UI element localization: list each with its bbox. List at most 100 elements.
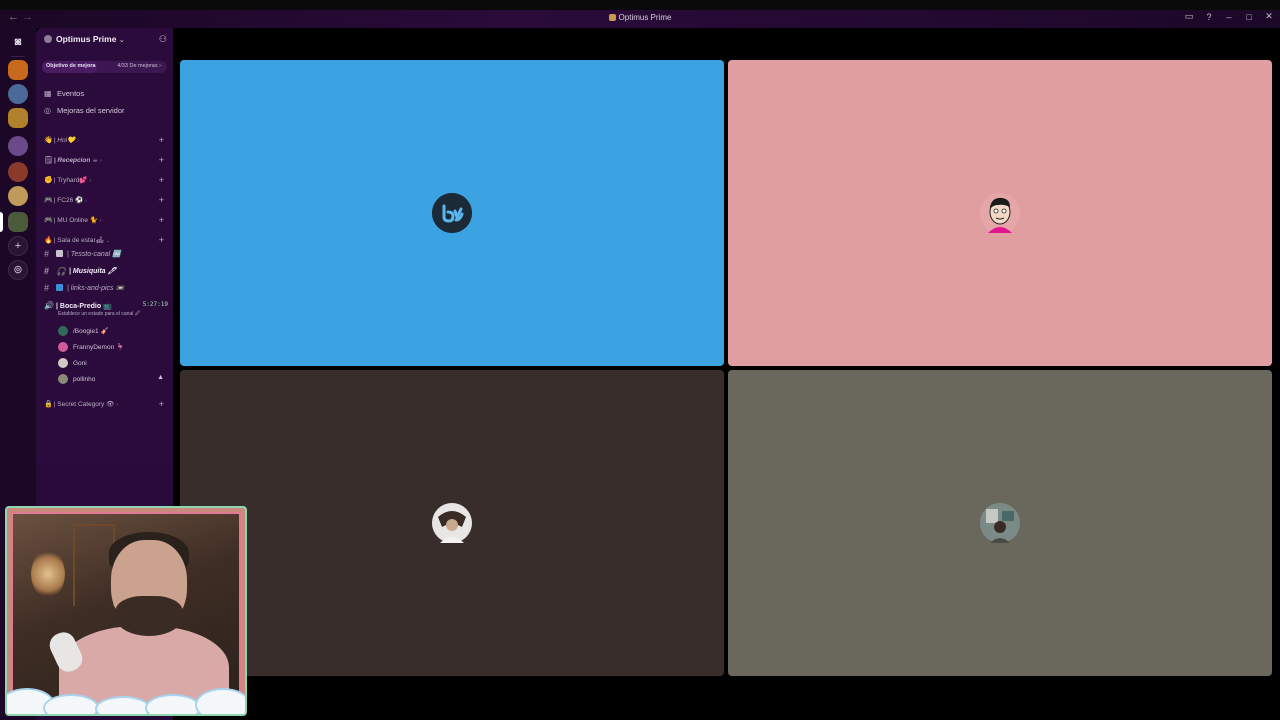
nav-events[interactable]: ▦ Eventos: [44, 89, 84, 98]
category-sala-de-estar[interactable]: 🔥 | Sala de estar🛋 ⌄ +: [44, 235, 168, 245]
nav-label: Mejoras del servidor: [57, 106, 125, 115]
boost-progress[interactable]: Objetivo de mejora 4/33 De mejoras ›: [42, 61, 167, 73]
chevron-right-icon: ›: [77, 138, 79, 144]
server-header[interactable]: Optimus Prime ⌄ ⚇: [44, 34, 167, 48]
cloud-decoration: [7, 686, 245, 714]
category-label: | MU Online 🐈: [53, 217, 98, 224]
member-name: pollinho: [73, 376, 96, 383]
server-icon[interactable]: [8, 162, 28, 182]
category-tryhard[interactable]: ✊ | Tryhard💕 › +: [44, 175, 168, 185]
nav-label: Eventos: [57, 89, 85, 98]
maximize-icon[interactable]: □: [1244, 12, 1254, 22]
camera-live-icon: ▲: [157, 374, 164, 381]
add-channel-icon[interactable]: +: [159, 215, 164, 225]
video-tile[interactable]: [180, 60, 724, 366]
server-name: Optimus Prime: [56, 34, 117, 44]
member-name: FrannyDemon 🦩: [73, 344, 125, 351]
voice-member[interactable]: pollinho ▲: [58, 374, 168, 384]
boost-icon: ◎: [44, 106, 51, 115]
category-secret[interactable]: 🔒 | Secret Category 👁 › +: [44, 399, 168, 409]
lamp-glow: [31, 550, 65, 598]
avatar: [980, 193, 1020, 233]
calendar-icon: ▦: [44, 89, 52, 98]
member-name: Goni: [73, 360, 87, 367]
video-tile[interactable]: [180, 370, 724, 676]
channel-emoji-icon: [56, 250, 63, 257]
boost-progress-label: 4/33 De mejoras ›: [117, 63, 161, 69]
channel-label: | links-and-pics 📼: [67, 285, 125, 292]
add-channel-icon[interactable]: +: [159, 195, 164, 205]
channel-tessto-canal[interactable]: # | Tessto-canal 🆒: [44, 249, 168, 259]
voice-timer: 5:27:19: [142, 301, 168, 308]
chevron-right-icon: ›: [99, 158, 102, 164]
window-title-text: Optimus Prime: [618, 13, 672, 22]
avatar: [432, 503, 472, 543]
avatar: [58, 326, 68, 336]
server-icon[interactable]: [8, 60, 28, 80]
chevron-down-icon: ⌄: [105, 238, 111, 244]
streamer-webcam-overlay: [5, 506, 247, 716]
category-fc26[interactable]: 🎮 | FC26 ⚽ › +: [44, 195, 168, 205]
voice-member[interactable]: Goni: [58, 358, 168, 368]
chevron-right-icon: ›: [85, 198, 87, 204]
server-icon[interactable]: [8, 186, 28, 206]
channel-musiquita[interactable]: # 🎧 | Musiquita 🖊: [44, 266, 168, 276]
cloud-shape: [197, 690, 245, 714]
category-label: | Secret Category 👁: [53, 401, 115, 408]
category-label: | FC26 ⚽: [53, 197, 84, 204]
voice-channel-status[interactable]: Establece un estado para el canal 🖉: [58, 311, 168, 319]
rail-separator: [11, 56, 25, 57]
category-hol[interactable]: 👋 | Hol💛 › +: [44, 135, 168, 145]
fire-icon: 🔥: [44, 237, 53, 244]
discover-icon[interactable]: ⊚: [8, 260, 28, 280]
minimize-icon[interactable]: –: [1224, 12, 1234, 22]
add-channel-icon[interactable]: +: [159, 235, 164, 245]
video-tile[interactable]: [728, 370, 1272, 676]
category-label: | Tryhard💕: [53, 177, 88, 184]
category-mu-online[interactable]: 🎮 | MU Online 🐈 › +: [44, 215, 168, 225]
help-icon[interactable]: ?: [1204, 12, 1214, 22]
avatar: [980, 503, 1020, 543]
discord-window: ← → Optimus Prime ▭ ? – □ ✕ ◙ + ⊚ Optimu…: [0, 0, 1280, 720]
headphones-icon: 🎧: [56, 267, 66, 276]
add-channel-icon[interactable]: +: [159, 175, 164, 185]
voice-member[interactable]: /Boogie1 🎸: [58, 326, 168, 336]
add-channel-icon[interactable]: +: [159, 155, 164, 165]
cloud-shape: [147, 696, 199, 714]
avatar: [58, 358, 68, 368]
discord-home-icon[interactable]: ◙: [8, 32, 28, 52]
category-label: | Hol💛: [53, 137, 76, 144]
inbox-icon[interactable]: ▭: [1184, 11, 1194, 22]
server-globe-icon: [44, 35, 52, 43]
server-icon[interactable]: [8, 108, 28, 128]
nav-server-boosts[interactable]: ◎ Mejoras del servidor: [44, 106, 125, 115]
server-icon[interactable]: [8, 136, 28, 156]
close-icon[interactable]: ✕: [1264, 11, 1274, 22]
text-channel-icon: #: [44, 266, 50, 276]
server-icon[interactable]: [8, 84, 28, 104]
lock-icon: 🔒: [44, 401, 53, 408]
server-icon-small: [608, 14, 616, 21]
invite-members-icon[interactable]: ⚇: [159, 34, 167, 45]
server-icon-optimus-prime[interactable]: [8, 212, 28, 232]
add-server-icon[interactable]: +: [8, 236, 28, 256]
voice-speaker-icon: 🔊: [44, 301, 54, 310]
shelf: [73, 524, 115, 606]
wave-icon: 👋: [44, 137, 53, 144]
avatar: [432, 193, 472, 233]
text-channel-icon: #: [44, 249, 50, 259]
add-channel-icon[interactable]: +: [159, 135, 164, 145]
video-tile[interactable]: [728, 60, 1272, 366]
category-recepcion[interactable]: 🗒 | Recepcion ☕ › +: [44, 155, 168, 165]
add-channel-icon[interactable]: +: [159, 399, 164, 409]
photo-avatar-icon: [980, 503, 1020, 543]
channel-label: | Musiquita 🖊: [69, 268, 117, 275]
voice-channel-boca-predio[interactable]: 🔊 | Boca-Predio 📺 5:27:19 Establece un es…: [44, 301, 168, 319]
voice-member[interactable]: FrannyDemon 🦩: [58, 342, 168, 352]
channel-links-and-pics[interactable]: # | links-and-pics 📼: [44, 283, 168, 293]
picture-icon: [56, 284, 63, 291]
chevron-right-icon: ›: [116, 402, 119, 408]
cartoon-face-icon: [980, 193, 1020, 233]
member-name: /Boogie1 🎸: [73, 328, 109, 335]
category-label: | Sala de estar🛋: [53, 237, 104, 244]
